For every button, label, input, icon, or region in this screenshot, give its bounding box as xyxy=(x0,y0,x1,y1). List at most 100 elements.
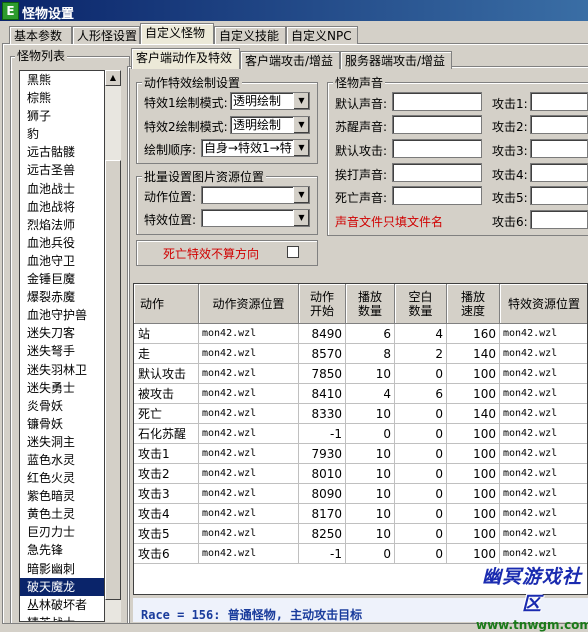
monster-list-item[interactable]: 迷失羽林卫 xyxy=(20,361,104,379)
header-action-start[interactable]: 动作 开始 xyxy=(299,284,346,324)
grid-cell-blank-count[interactable]: 0 xyxy=(395,404,447,424)
grid-cell-play-count[interactable]: 0 xyxy=(346,424,395,444)
monster-list-item[interactable]: 红色火灵 xyxy=(20,469,104,487)
grid-cell-effect-resource[interactable]: mon42.wzl xyxy=(500,444,587,464)
grid-cell-action[interactable]: 默认攻击 xyxy=(134,364,199,384)
tab-server-attack-buff[interactable]: 服务器端攻击/增益 xyxy=(340,51,452,69)
monster-list-item[interactable]: 暗影幽刺 xyxy=(20,560,104,578)
grid-cell-play-speed[interactable]: 100 xyxy=(447,424,500,444)
grid-cell-effect-resource[interactable]: mon42.wzl xyxy=(500,424,587,444)
grid-cell-play-speed[interactable]: 140 xyxy=(447,404,500,424)
attack4-sound-input[interactable] xyxy=(530,163,588,182)
monster-list-item[interactable]: 丛林破坏者 xyxy=(20,596,104,614)
grid-cell-play-count[interactable]: 10 xyxy=(346,524,395,544)
grid-cell-play-count[interactable]: 10 xyxy=(346,404,395,424)
monster-list[interactable]: 黑熊 棕熊 狮子豹远古骷髅 远古圣兽 血池战士 血池战将 烈焰法师 血池兵役 血池守卫 金锤巨魔爆… xyxy=(19,70,105,622)
chevron-down-icon[interactable]: ▼ xyxy=(293,210,309,226)
grid-cell-play-count[interactable]: 8 xyxy=(346,344,395,364)
grid-cell-action-resource[interactable]: mon42.wzl xyxy=(199,384,299,404)
grid-cell-action-resource[interactable]: mon42.wzl xyxy=(199,484,299,504)
grid-cell-play-count[interactable]: 10 xyxy=(346,364,395,384)
grid-cell-blank-count[interactable]: 0 xyxy=(395,424,447,444)
grid-cell-play-speed[interactable]: 100 xyxy=(447,544,500,564)
grid-cell-action[interactable]: 攻击3 xyxy=(134,484,199,504)
grid-cell-play-speed[interactable]: 100 xyxy=(447,444,500,464)
grid-cell-effect-resource[interactable]: mon42.wzl xyxy=(500,544,587,564)
grid-cell-play-count[interactable]: 10 xyxy=(346,464,395,484)
grid-cell-effect-resource[interactable]: mon42.wzl xyxy=(500,504,587,524)
grid-cell-play-count[interactable]: 0 xyxy=(346,544,395,564)
monster-list-item[interactable]: 炎骨妖 xyxy=(20,397,104,415)
monster-list-item[interactable]: 狮子 xyxy=(20,107,104,125)
grid-cell-action-start[interactable]: 8170 xyxy=(299,504,346,524)
monster-list-item[interactable]: 爆裂赤魔 xyxy=(20,288,104,306)
grid-cell-action[interactable]: 攻击4 xyxy=(134,504,199,524)
grid-cell-play-count[interactable]: 10 xyxy=(346,484,395,504)
grid-cell-action-resource[interactable]: mon42.wzl xyxy=(199,464,299,484)
grid-cell-effect-resource[interactable]: mon42.wzl xyxy=(500,524,587,544)
grid-cell-action-start[interactable]: 8490 xyxy=(299,324,346,344)
grid-cell-action-start[interactable]: -1 xyxy=(299,544,346,564)
grid-cell-action-resource[interactable]: mon42.wzl xyxy=(199,504,299,524)
monster-list-item[interactable]: 迷失刀客 xyxy=(20,324,104,342)
monster-list-item[interactable]: 迷失洞主 xyxy=(20,433,104,451)
effect-location-select[interactable]: ▼ xyxy=(201,209,310,227)
grid-cell-blank-count[interactable]: 4 xyxy=(395,324,447,344)
default-attack-sound-input[interactable] xyxy=(392,139,482,158)
effect2-mode-select[interactable]: 透明绘制 ▼ xyxy=(230,116,310,134)
tab-client-attack-buff[interactable]: 客户端攻击/增益 xyxy=(240,51,340,69)
grid-cell-blank-count[interactable]: 0 xyxy=(395,444,447,464)
chevron-down-icon[interactable]: ▼ xyxy=(293,140,309,156)
wake-sound-input[interactable] xyxy=(392,115,482,134)
monster-list-item[interactable]: 血池守护兽 xyxy=(20,306,104,324)
grid-cell-play-speed[interactable]: 100 xyxy=(447,464,500,484)
grid-cell-effect-resource[interactable]: mon42.wzl xyxy=(500,324,587,344)
grid-cell-effect-resource[interactable]: mon42.wzl xyxy=(500,484,587,504)
tab-basic-params[interactable]: 基本参数 xyxy=(9,26,72,44)
monster-list-item[interactable]: 血池战士 xyxy=(20,180,104,198)
grid-cell-action-start[interactable]: 8090 xyxy=(299,484,346,504)
tab-client-action-effects[interactable]: 客户端动作及特效 xyxy=(131,48,240,69)
monster-list-item[interactable]: 迷失弩手 xyxy=(20,342,104,360)
monster-list-item[interactable]: 迷失勇士 xyxy=(20,379,104,397)
monster-list-item[interactable]: 精英战士 xyxy=(20,614,104,621)
grid-cell-action[interactable]: 死亡 xyxy=(134,404,199,424)
grid-cell-play-speed[interactable]: 100 xyxy=(447,504,500,524)
attack2-sound-input[interactable] xyxy=(530,115,588,134)
grid-cell-effect-resource[interactable]: mon42.wzl xyxy=(500,344,587,364)
monster-list-item[interactable]: 远古骷髅 xyxy=(20,143,104,161)
tab-humanoid-monster[interactable]: 人形怪设置 xyxy=(72,26,140,44)
monster-list-item[interactable]: 镰骨妖 xyxy=(20,415,104,433)
monster-list-item[interactable]: 豹 xyxy=(20,125,104,143)
grid-cell-action[interactable]: 攻击6 xyxy=(134,544,199,564)
chevron-down-icon[interactable]: ▼ xyxy=(293,93,309,109)
grid-cell-action-resource[interactable]: mon42.wzl xyxy=(199,364,299,384)
monster-list-item[interactable]: 血池守卫 xyxy=(20,252,104,270)
monster-list-item[interactable]: 黑熊 xyxy=(20,71,104,89)
grid-cell-action-resource[interactable]: mon42.wzl xyxy=(199,544,299,564)
scroll-up-icon[interactable]: ▲ xyxy=(105,70,121,86)
grid-cell-action-start[interactable]: 8250 xyxy=(299,524,346,544)
grid-cell-blank-count[interactable]: 0 xyxy=(395,524,447,544)
grid-cell-play-count[interactable]: 6 xyxy=(346,324,395,344)
header-play-speed[interactable]: 播放 速度 xyxy=(447,284,500,324)
grid-cell-play-count[interactable]: 10 xyxy=(346,444,395,464)
monster-list-item[interactable]: 紫色暗灵 xyxy=(20,487,104,505)
grid-cell-blank-count[interactable]: 0 xyxy=(395,544,447,564)
monster-list-item[interactable]: 烈焰法师 xyxy=(20,216,104,234)
monster-list-item[interactable]: 棕熊 xyxy=(20,89,104,107)
attack5-sound-input[interactable] xyxy=(530,186,588,205)
title-bar[interactable]: E 怪物设置 xyxy=(0,0,588,22)
tab-custom-skill[interactable]: 自定义技能 xyxy=(214,26,286,44)
grid-cell-action-resource[interactable]: mon42.wzl xyxy=(199,524,299,544)
grid-cell-action-start[interactable]: 8010 xyxy=(299,464,346,484)
monster-list-item[interactable]: 蓝色水灵 xyxy=(20,451,104,469)
grid-cell-blank-count[interactable]: 0 xyxy=(395,364,447,384)
grid-cell-effect-resource[interactable]: mon42.wzl xyxy=(500,404,587,424)
grid-cell-action-resource[interactable]: mon42.wzl xyxy=(199,444,299,464)
grid-cell-action[interactable]: 攻击2 xyxy=(134,464,199,484)
grid-cell-action-resource[interactable]: mon42.wzl xyxy=(199,424,299,444)
grid-cell-blank-count[interactable]: 0 xyxy=(395,464,447,484)
draw-order-select[interactable]: 自身→特效1→特 ▼ xyxy=(201,139,310,157)
grid-cell-action-start[interactable]: 7930 xyxy=(299,444,346,464)
